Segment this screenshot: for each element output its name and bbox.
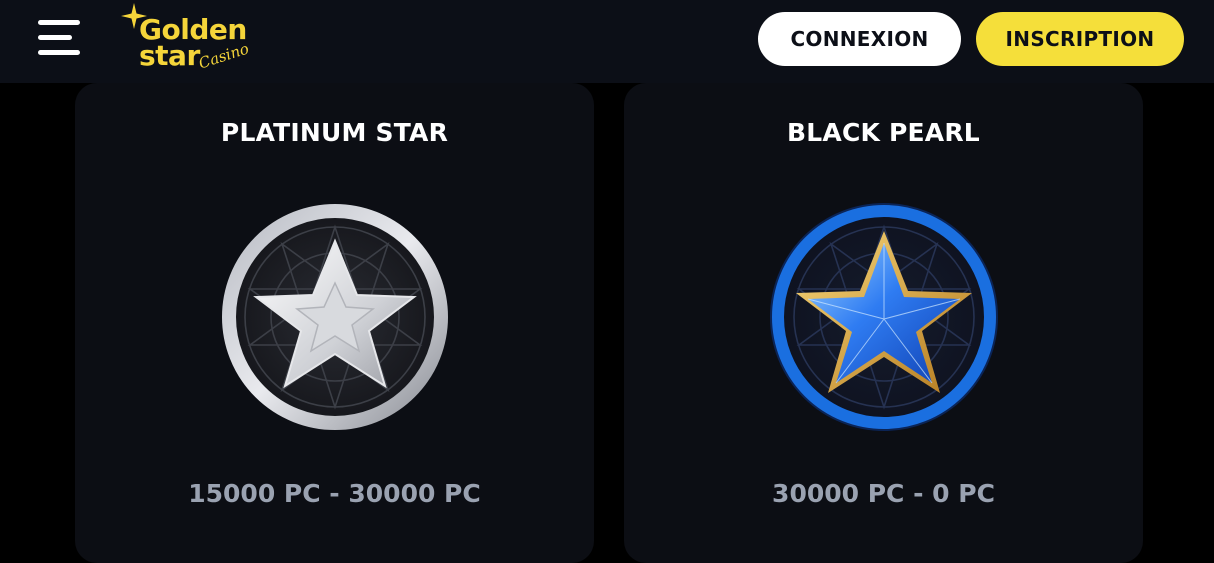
logo-word-star: star xyxy=(139,39,200,72)
signup-button[interactable]: INSCRIPTION xyxy=(976,12,1184,66)
golden-star-casino-logo[interactable]: Golden star Casino xyxy=(118,3,258,79)
level-card-platinum-star: PLATINUM STAR 15000 PC - 30000 PC xyxy=(75,83,594,563)
top-header: Golden star Casino CONNEXION INSCRIPTION xyxy=(0,0,1214,83)
level-title: BLACK PEARL xyxy=(787,118,980,147)
login-button[interactable]: CONNEXION xyxy=(758,12,961,66)
level-point-range: 15000 PC - 30000 PC xyxy=(188,479,481,508)
level-card-black-pearl: BLACK PEARL 30000 PC - 0 PC xyxy=(624,83,1143,563)
level-title: PLATINUM STAR xyxy=(220,118,449,147)
hamburger-menu-icon[interactable] xyxy=(38,18,82,58)
blue-star-badge-icon xyxy=(770,203,998,431)
silver-star-badge-icon xyxy=(222,204,448,430)
level-point-range: 30000 PC - 0 PC xyxy=(772,479,995,508)
